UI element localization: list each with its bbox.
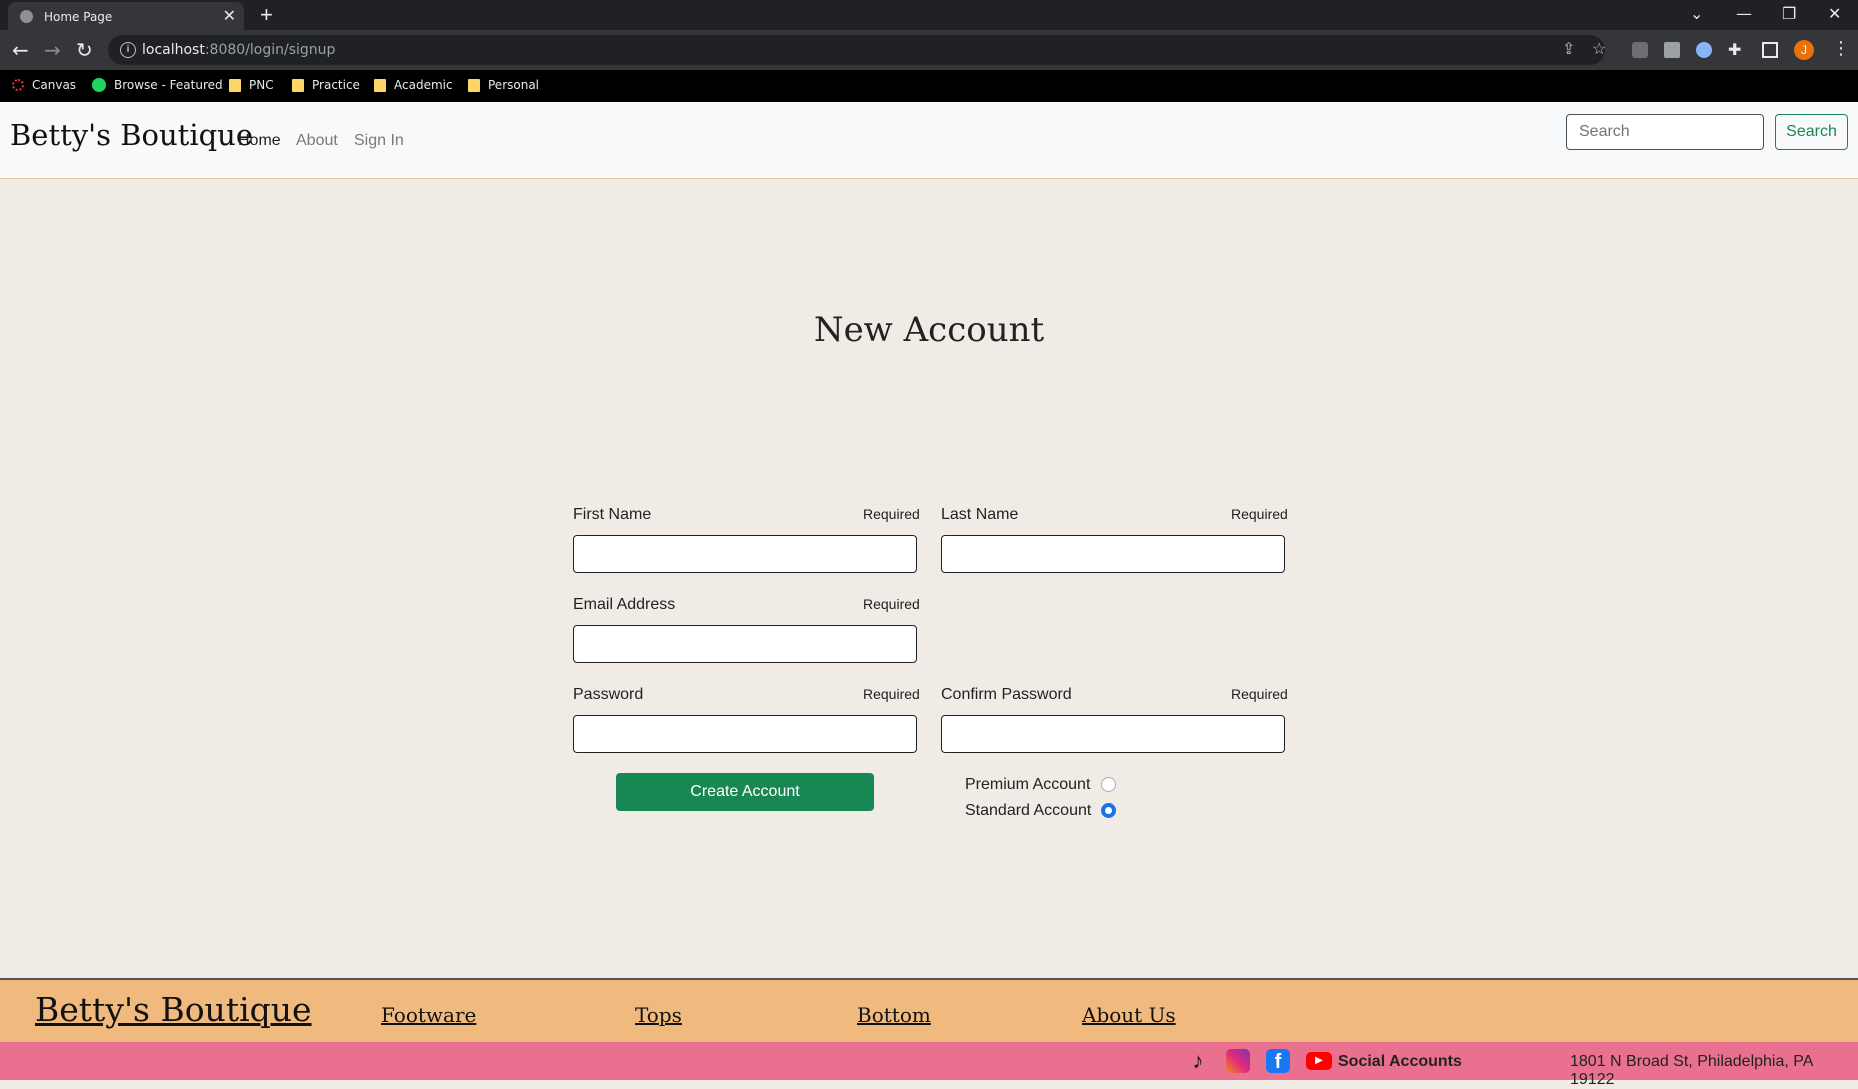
- bookmark-label: Browse - Featured: [114, 78, 223, 92]
- browser-tab[interactable]: Home Page ✕: [8, 2, 244, 30]
- tiktok-icon[interactable]: ♪: [1186, 1049, 1210, 1073]
- premium-account-radio[interactable]: [1101, 777, 1116, 792]
- youtube-icon[interactable]: ▶: [1306, 1052, 1332, 1070]
- close-window-icon[interactable]: ✕: [1828, 4, 1841, 23]
- footer-link-footware[interactable]: Footware: [381, 1003, 476, 1027]
- footer-brand[interactable]: Betty's Boutique: [35, 990, 312, 1029]
- premium-account-label: Premium Account: [965, 776, 1091, 793]
- folder-icon: [229, 78, 241, 92]
- browser-tab-bar: Home Page ✕ + ⌄ — ❐ ✕: [0, 0, 1858, 30]
- footer-link-about-us[interactable]: About Us: [1082, 1003, 1176, 1027]
- extension-a-icon[interactable]: [1664, 42, 1680, 58]
- folder-icon: [292, 78, 304, 92]
- bookmark-label: Practice: [312, 78, 360, 92]
- password-input[interactable]: [573, 715, 917, 753]
- brand-logo[interactable]: Betty's Boutique: [10, 118, 253, 152]
- bookmark-label: Canvas: [32, 78, 77, 92]
- first-name-input[interactable]: [573, 535, 917, 573]
- minimize-icon[interactable]: —: [1736, 4, 1752, 23]
- facebook-icon[interactable]: f: [1266, 1049, 1290, 1073]
- required-indicator: Required: [863, 596, 920, 612]
- extensions-puzzle-icon[interactable]: ✚: [1728, 40, 1741, 59]
- required-indicator: Required: [1231, 506, 1288, 522]
- last-name-input[interactable]: [941, 535, 1285, 573]
- url-host: localhost: [142, 42, 205, 58]
- required-indicator: Required: [1231, 686, 1288, 702]
- confirm-password-input[interactable]: [941, 715, 1285, 753]
- browser-toolbar: ← → ↻ i localhost:8080/login/signup ⇪ ☆ …: [0, 30, 1858, 70]
- url-text: localhost:8080/login/signup: [142, 42, 335, 58]
- folder-icon: [468, 78, 480, 92]
- bookmark-star-icon[interactable]: ☆: [1592, 39, 1606, 59]
- site-navbar: Betty's Boutique Home About Sign In Sear…: [0, 102, 1858, 179]
- email-label: Email Address: [573, 596, 676, 613]
- address-text: 1801 N Broad St, Philadelphia, PA 19122: [1570, 1053, 1813, 1088]
- footer-link-tops[interactable]: Tops: [635, 1003, 682, 1027]
- bookmark-pnc[interactable]: PNC: [229, 78, 274, 92]
- bookmark-personal[interactable]: Personal: [468, 78, 539, 92]
- tab-title: Home Page: [44, 10, 113, 24]
- confirm-password-label: Confirm Password: [941, 686, 1072, 703]
- reload-icon[interactable]: ↻: [76, 38, 93, 62]
- bookmark-practice[interactable]: Practice: [292, 78, 360, 92]
- restore-icon[interactable]: ❐: [1782, 4, 1796, 23]
- menu-kebab-icon[interactable]: ⋮: [1832, 38, 1850, 59]
- search-button[interactable]: Search: [1775, 114, 1848, 150]
- profile-avatar[interactable]: J: [1794, 40, 1814, 60]
- bookmark-browse-featured[interactable]: Browse - Featured: [92, 78, 223, 92]
- bookmark-canvas[interactable]: Canvas: [12, 78, 76, 92]
- password-label: Password: [573, 686, 644, 703]
- social-accounts-label: Social Accounts: [1338, 1053, 1462, 1070]
- first-name-label: First Name: [573, 506, 652, 523]
- required-indicator: Required: [863, 686, 920, 702]
- side-panel-icon[interactable]: [1762, 42, 1778, 58]
- create-account-button[interactable]: Create Account: [616, 773, 874, 811]
- nav-sign-in[interactable]: Sign In: [354, 132, 404, 150]
- bookmark-academic[interactable]: Academic: [374, 78, 453, 92]
- bookmarks-bar: Canvas Browse - Featured PNC Practice Ac…: [0, 70, 1858, 102]
- bookmark-label: PNC: [249, 78, 274, 92]
- social-bar: ♪ f ▶ Social Accounts 1801 N Broad St, P…: [0, 1042, 1858, 1088]
- share-icon[interactable]: ⇪: [1562, 39, 1575, 59]
- folder-icon: [374, 78, 386, 92]
- tab-search-icon[interactable]: ⌄: [1690, 4, 1703, 23]
- info-icon[interactable]: i: [120, 42, 136, 58]
- new-tab-icon[interactable]: +: [260, 2, 273, 28]
- forward-icon[interactable]: →: [44, 38, 61, 62]
- last-name-label: Last Name: [941, 506, 1019, 523]
- globe-icon: [20, 10, 33, 23]
- footer: Betty's Boutique Footware Tops Bottom Ab…: [0, 978, 1858, 1042]
- email-input[interactable]: [573, 625, 917, 663]
- standard-account-radio[interactable]: [1101, 803, 1116, 818]
- back-icon[interactable]: ←: [12, 38, 29, 62]
- extension-circle-icon[interactable]: [1696, 42, 1712, 58]
- instagram-icon[interactable]: [1226, 1049, 1250, 1073]
- nav-about[interactable]: About: [296, 132, 338, 150]
- required-indicator: Required: [863, 506, 920, 522]
- bookmark-label: Academic: [394, 78, 453, 92]
- url-path: :8080/login/signup: [204, 42, 336, 58]
- extension-pencil-icon[interactable]: [1632, 42, 1648, 58]
- address-bar[interactable]: i localhost:8080/login/signup ⇪ ☆: [108, 35, 1606, 65]
- nav-home[interactable]: Home: [238, 132, 281, 150]
- bookmark-label: Personal: [488, 78, 540, 92]
- spotify-icon: [92, 78, 106, 92]
- search-input[interactable]: [1566, 114, 1764, 150]
- standard-account-label: Standard Account: [965, 802, 1092, 819]
- canvas-icon: [12, 79, 24, 91]
- page-title: New Account: [813, 310, 1045, 350]
- close-tab-icon[interactable]: ✕: [223, 6, 236, 26]
- footer-link-bottom[interactable]: Bottom: [857, 1003, 931, 1027]
